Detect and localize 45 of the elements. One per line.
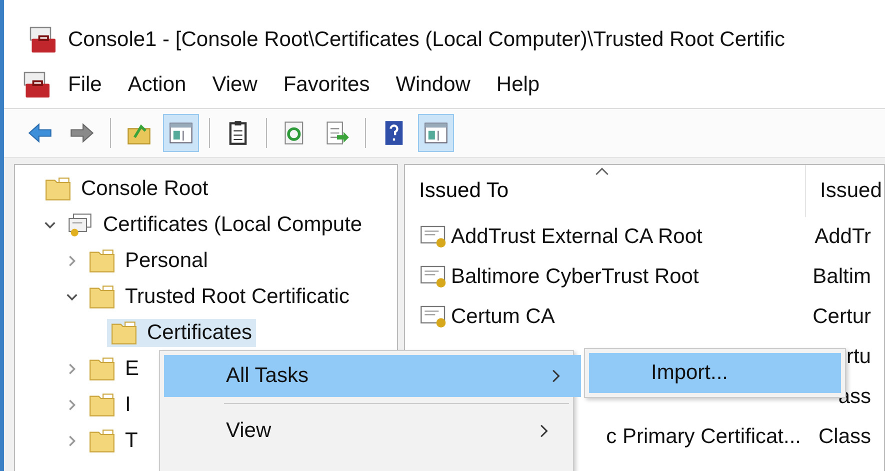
toolbox-icon[interactable] [22, 70, 52, 100]
folder-icon [89, 249, 115, 273]
tree-item[interactable]: Trusted Root Certificatic [85, 283, 354, 311]
table-cell: Certum CA [451, 305, 555, 329]
tree-item[interactable]: Personal [85, 247, 212, 275]
menu-item[interactable]: View [164, 410, 569, 452]
folder-icon [89, 285, 115, 309]
folder-icon [89, 393, 115, 417]
table-cell: AddTrust External CA Root [451, 225, 702, 249]
certificate-store-icon [67, 212, 93, 238]
pane-toggle-button[interactable] [163, 114, 199, 152]
table-cell: c Primary Certificat... [606, 425, 801, 449]
tree-item[interactable]: T [85, 427, 142, 455]
tree-item[interactable]: Certificates (Local Compute [63, 210, 366, 240]
toolbox-icon [28, 25, 58, 55]
column-header[interactable]: Issued [806, 165, 882, 217]
tree-item[interactable]: Certificates [107, 319, 256, 347]
table-cell-text: rtu [845, 345, 871, 369]
folder-icon [89, 429, 115, 453]
menu-item[interactable]: Action [114, 73, 200, 97]
folder-icon [45, 177, 71, 201]
tree-item[interactable]: Console Root [41, 175, 212, 203]
table-cell: Baltimore CyberTrust Root [451, 265, 699, 289]
table-cell-text: Certur [812, 305, 871, 329]
folder-icon [89, 357, 115, 381]
pane-icon [168, 120, 194, 146]
tree-item[interactable]: E [85, 355, 144, 383]
menu-item[interactable]: Help [483, 73, 553, 97]
menu-item[interactable]: Import... [589, 353, 841, 393]
pane-icon [423, 120, 449, 146]
menu-item[interactable]: All Tasks [164, 355, 581, 397]
table-cell-text: AddTr [814, 225, 871, 249]
table-cell-text: Class [817, 425, 871, 449]
table-cell-text: Baltim [812, 265, 871, 289]
menu-item[interactable]: Window [382, 73, 484, 97]
menu-item[interactable]: View [199, 73, 270, 97]
column-header[interactable]: Issued To [405, 165, 806, 217]
tree-item[interactable]: I [85, 391, 135, 419]
menu-item[interactable]: Favorites [270, 73, 383, 97]
menu-item[interactable]: File [52, 73, 115, 97]
sort-caret-icon [595, 167, 609, 175]
folder-icon [111, 321, 137, 345]
export-icon [324, 120, 350, 146]
window-title: Console1 - [Console Root\Certificates (Local Computer)\Trusted Root Certific [68, 28, 786, 52]
pane-toggle-button[interactable] [418, 114, 454, 152]
